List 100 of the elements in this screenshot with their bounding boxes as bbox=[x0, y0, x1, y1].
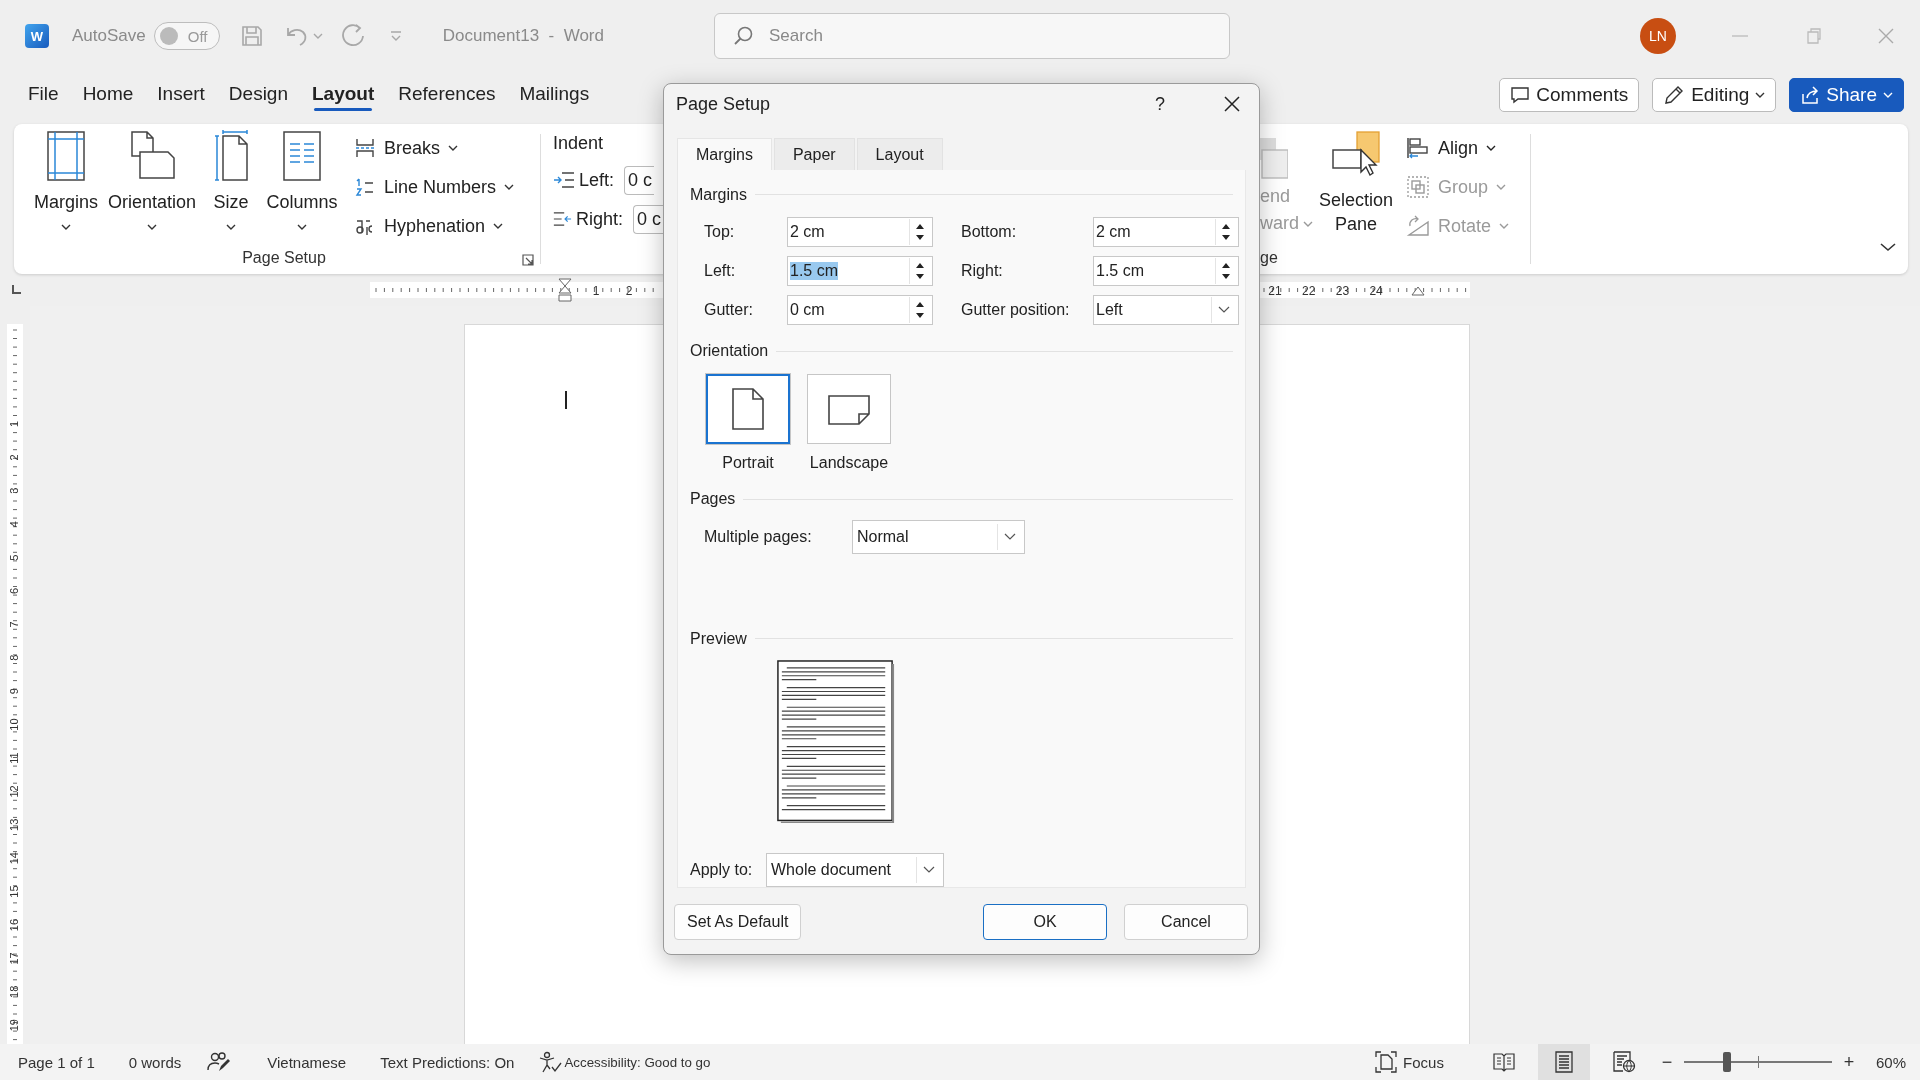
align-icon bbox=[1406, 136, 1430, 160]
section-heading: Preview bbox=[690, 629, 747, 648]
dialog-button[interactable]: Set As Default bbox=[674, 904, 802, 940]
caret-icon bbox=[1883, 91, 1893, 99]
multiple-pages-select[interactable]: Normal bbox=[852, 519, 1025, 554]
ruler-number: 3 bbox=[7, 487, 20, 494]
option-label: Portrait bbox=[722, 454, 774, 473]
dialog-button[interactable]: Cancel bbox=[1124, 904, 1248, 940]
editor-icon[interactable] bbox=[207, 1051, 232, 1073]
focus-button[interactable]: Focus bbox=[1375, 1051, 1444, 1073]
indent-label: Left: bbox=[579, 169, 615, 191]
zoom-out-button[interactable]: − bbox=[1657, 1051, 1676, 1073]
portrait-option[interactable] bbox=[706, 374, 790, 445]
input-field[interactable]: 1.5 cm bbox=[1093, 255, 1239, 286]
menu-tab[interactable]: Insert bbox=[147, 77, 215, 113]
editing-button[interactable]: Editing bbox=[1652, 78, 1777, 112]
zoom-in-button[interactable]: + bbox=[1839, 1051, 1858, 1073]
ruler-number: 23 bbox=[1335, 284, 1350, 298]
dialog-tab[interactable]: Layout bbox=[856, 138, 943, 170]
breaks-icon bbox=[354, 137, 376, 159]
text-cursor bbox=[565, 391, 567, 409]
line-numbers-button[interactable]: Line Numbers bbox=[354, 171, 515, 203]
status-text[interactable]: Text Predictions: On bbox=[380, 1053, 515, 1071]
accessibility-status[interactable]: Accessibility: Good to go bbox=[538, 1051, 711, 1073]
ruler-number: 4 bbox=[7, 521, 20, 528]
menu-tab[interactable]: Mailings bbox=[509, 77, 600, 113]
input-field[interactable]: 2 cm bbox=[1093, 216, 1239, 247]
group-icon bbox=[1406, 175, 1430, 199]
close-icon[interactable] bbox=[1223, 95, 1241, 113]
landscape-page-icon bbox=[827, 392, 871, 427]
ruler-number: 7 bbox=[7, 621, 20, 628]
search-field[interactable]: Search bbox=[714, 13, 1230, 59]
menu-tab[interactable]: Layout bbox=[302, 77, 385, 113]
menu-tab[interactable]: References bbox=[388, 77, 506, 113]
portrait-page-icon bbox=[731, 387, 765, 432]
dialog-tab[interactable]: Paper bbox=[773, 138, 855, 170]
ruler-number: 16 bbox=[7, 918, 20, 932]
orientation-icon bbox=[128, 130, 176, 182]
caret-icon bbox=[1303, 219, 1313, 228]
input-field[interactable]: 1.5 cm bbox=[787, 255, 933, 286]
tab-selector-icon[interactable] bbox=[10, 284, 22, 296]
section-heading: Pages bbox=[690, 490, 736, 509]
selection-pane-button[interactable]: Selection Pane bbox=[1314, 130, 1398, 242]
menu-tab[interactable]: Design bbox=[218, 77, 298, 113]
align-button[interactable]: Align bbox=[1406, 132, 1510, 164]
orientation-button[interactable]: Orientation bbox=[104, 130, 200, 242]
size-button[interactable]: Size bbox=[200, 130, 262, 242]
field-label: Bottom: bbox=[960, 222, 1018, 241]
help-button[interactable]: ? bbox=[1155, 93, 1165, 115]
comments-button[interactable]: Comments bbox=[1499, 78, 1640, 112]
hyphenation-button[interactable]: Hyphenation bbox=[354, 210, 515, 242]
search-icon bbox=[732, 25, 754, 47]
indent-marker[interactable] bbox=[558, 278, 572, 302]
status-text[interactable]: Page 1 of 1 bbox=[18, 1053, 95, 1071]
dropdown-caret-icon[interactable] bbox=[1004, 532, 1016, 541]
dialog-launcher-icon[interactable] bbox=[522, 254, 534, 266]
field-label: Gutter: bbox=[704, 300, 754, 319]
share-button[interactable]: Share bbox=[1789, 78, 1904, 112]
dropdown-caret-icon[interactable] bbox=[923, 866, 935, 874]
indent-right-icon bbox=[553, 210, 572, 228]
columns-button[interactable]: Columns bbox=[262, 130, 342, 242]
caret-icon bbox=[1486, 144, 1497, 152]
caret-icon bbox=[147, 223, 157, 231]
ruler-number: 5 bbox=[7, 554, 20, 561]
dialog-tab[interactable]: Margins bbox=[677, 138, 772, 170]
status-text[interactable]: Vietnamese bbox=[267, 1053, 347, 1071]
print-view-button[interactable] bbox=[1537, 1044, 1590, 1080]
indent-field[interactable]: 0 c bbox=[624, 165, 655, 195]
ruler-number: 17 bbox=[7, 952, 20, 965]
menu-tab[interactable]: Home bbox=[72, 77, 144, 113]
share-icon bbox=[1800, 85, 1821, 105]
web-page-icon bbox=[1611, 1051, 1636, 1073]
zoom-slider-thumb[interactable] bbox=[1722, 1052, 1731, 1072]
ruler-number: 9 bbox=[7, 688, 20, 695]
user-avatar[interactable]: LN bbox=[1640, 18, 1676, 54]
status-text[interactable]: 0 words bbox=[128, 1053, 182, 1071]
ruler-number: 19 bbox=[7, 1019, 20, 1032]
dropdown-caret-icon[interactable] bbox=[1218, 305, 1230, 314]
apply-to-select[interactable]: Whole document bbox=[766, 853, 944, 887]
zoom-level[interactable]: 60% bbox=[1875, 1053, 1906, 1071]
margins-icon bbox=[44, 130, 88, 182]
ruler-number: 12 bbox=[7, 785, 20, 798]
caret-icon bbox=[1499, 222, 1510, 230]
group-label: ge bbox=[1260, 249, 1278, 267]
dialog-button[interactable]: OK bbox=[983, 904, 1107, 940]
indent-marker[interactable] bbox=[1411, 286, 1425, 296]
breaks-button[interactable]: Breaks bbox=[354, 132, 515, 164]
collapse-ribbon-icon[interactable] bbox=[1880, 242, 1896, 252]
caret-icon bbox=[226, 223, 236, 231]
input-field[interactable]: Left bbox=[1093, 294, 1239, 325]
ruler-number: 1 bbox=[7, 420, 20, 428]
landscape-option[interactable] bbox=[807, 374, 891, 445]
menu-tab[interactable]: File bbox=[18, 77, 69, 113]
ruler-number: 22 bbox=[1302, 284, 1316, 298]
section-heading: Orientation bbox=[690, 342, 769, 361]
field-label: Top: bbox=[704, 222, 736, 241]
input-field[interactable]: 0 cm bbox=[787, 294, 933, 325]
caret-icon bbox=[297, 223, 307, 231]
margins-button[interactable]: Margins bbox=[28, 130, 104, 242]
input-field[interactable]: 2 cm bbox=[787, 216, 933, 247]
